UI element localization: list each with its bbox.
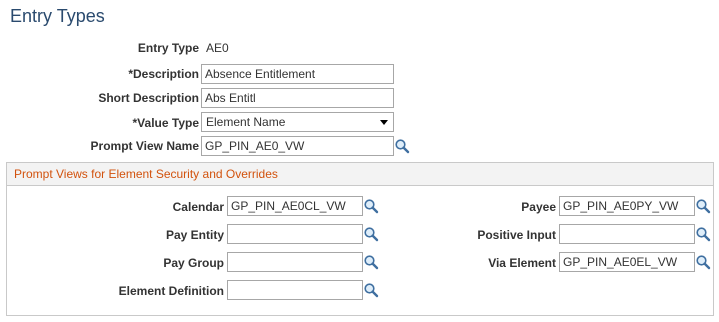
page-title: Entry Types — [10, 6, 105, 26]
magnifier-lookup-icon[interactable] — [363, 282, 379, 298]
via-element-label: Via Element — [488, 256, 556, 270]
entry-type-label: Entry Type — [137, 41, 199, 55]
description-field[interactable]: Absence Entitlement — [201, 64, 394, 84]
pay-group-field[interactable] — [227, 252, 363, 272]
prompt-view-name-label: Prompt View Name — [90, 139, 199, 153]
magnifier-lookup-icon[interactable] — [363, 226, 379, 242]
payee-field[interactable]: GP_PIN_AE0PY_VW — [559, 196, 695, 216]
entry-type-value: AE0 — [206, 41, 229, 55]
element-definition-label: Element Definition — [118, 284, 224, 298]
value-type-select[interactable]: Element Name — [201, 112, 394, 132]
pay-entity-label: Pay Entity — [165, 228, 224, 242]
magnifier-lookup-icon[interactable] — [695, 226, 711, 242]
pay-group-label: Pay Group — [163, 256, 224, 270]
value-type-label: *Value Type — [132, 116, 199, 130]
magnifier-lookup-icon[interactable] — [695, 254, 711, 270]
via-element-field[interactable]: GP_PIN_AE0EL_VW — [559, 252, 695, 272]
magnifier-lookup-icon[interactable] — [695, 198, 711, 214]
short-description-field[interactable]: Abs Entitl — [201, 88, 394, 108]
pay-entity-field[interactable] — [227, 224, 363, 244]
magnifier-lookup-icon[interactable] — [363, 198, 379, 214]
magnifier-lookup-icon[interactable] — [363, 254, 379, 270]
positive-input-field[interactable] — [559, 224, 695, 244]
prompt-view-name-field[interactable]: GP_PIN_AE0_VW — [201, 136, 394, 156]
payee-label: Payee — [521, 200, 556, 214]
calendar-field[interactable]: GP_PIN_AE0CL_VW — [227, 196, 363, 216]
prompt-views-header: Prompt Views for Element Security and Ov… — [7, 163, 713, 186]
magnifier-lookup-icon[interactable] — [394, 138, 410, 154]
positive-input-label: Positive Input — [477, 228, 556, 242]
chevron-down-icon — [380, 120, 388, 125]
short-description-label: Short Description — [98, 91, 199, 105]
value-type-selected: Element Name — [206, 115, 286, 129]
calendar-label: Calendar — [172, 200, 224, 214]
description-label: *Description — [128, 67, 199, 81]
element-definition-field[interactable] — [227, 280, 363, 300]
